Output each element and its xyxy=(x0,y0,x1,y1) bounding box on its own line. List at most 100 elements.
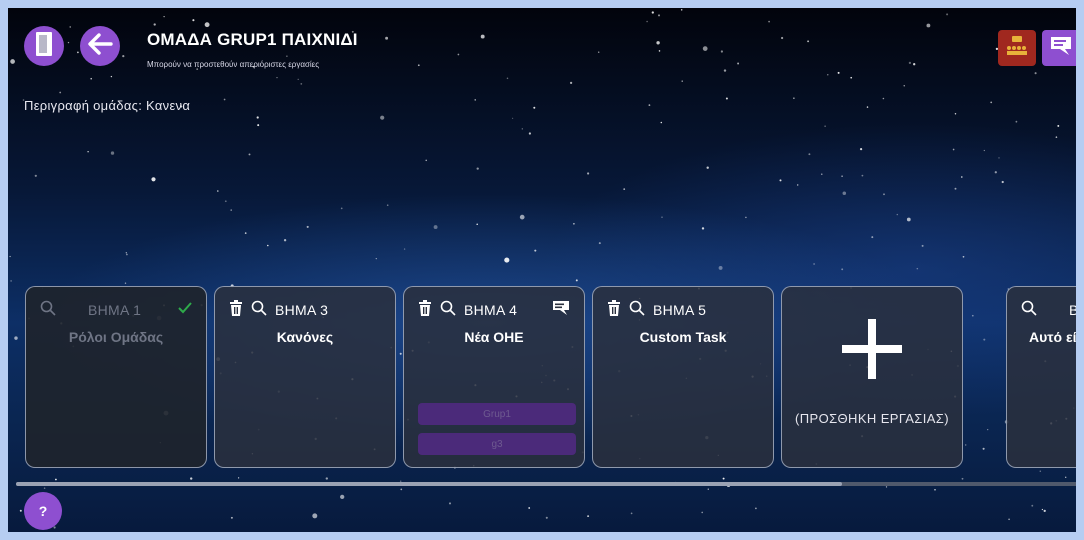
star xyxy=(964,444,967,446)
star xyxy=(796,184,799,186)
step-card-4[interactable]: ΒΗΜΑ 4 Νέα ΟΗΕ Grup1 g3 xyxy=(403,286,585,468)
star xyxy=(827,74,829,76)
step-title: Κανόνες xyxy=(276,329,334,345)
step-card-partial[interactable]: Β Αυτό εί xyxy=(1006,286,1079,468)
star xyxy=(859,147,863,151)
trash-icon[interactable] xyxy=(418,299,432,321)
trash-icon[interactable] xyxy=(607,299,621,321)
star xyxy=(646,20,648,23)
star xyxy=(934,489,936,491)
star xyxy=(861,174,864,177)
star xyxy=(780,36,784,40)
star xyxy=(1043,509,1046,513)
star xyxy=(841,268,844,271)
scrollbar-thumb[interactable] xyxy=(16,482,842,486)
back-button[interactable] xyxy=(80,26,120,66)
search-icon[interactable] xyxy=(1021,300,1037,321)
star xyxy=(110,151,115,155)
star xyxy=(722,477,725,480)
star xyxy=(59,91,62,94)
star xyxy=(587,172,590,175)
step-label: ΒΗΜΑ 4 xyxy=(464,302,518,318)
star xyxy=(386,204,389,206)
star xyxy=(962,255,965,258)
star xyxy=(69,26,71,28)
search-icon[interactable] xyxy=(629,300,645,321)
chat-button[interactable] xyxy=(1042,30,1076,66)
star xyxy=(375,257,377,260)
step-card-5[interactable]: ΒΗΜΑ 5 Custom Task xyxy=(592,286,774,468)
star xyxy=(248,153,251,156)
star xyxy=(983,338,986,341)
star xyxy=(9,255,11,258)
star xyxy=(122,55,125,58)
star xyxy=(850,76,853,79)
step-label: Β xyxy=(1069,302,1079,318)
star xyxy=(34,174,37,177)
page-title: ΟΜΑΔΑ GRUP1 ΠΑΙΧΝΙΔΙ xyxy=(147,30,358,49)
star xyxy=(587,515,590,518)
star xyxy=(660,121,663,124)
add-task-card[interactable]: (ΠΡΟΣΘΗΚΗ ΕΡΓΑΣΙΑΣ) xyxy=(781,286,963,468)
star xyxy=(648,104,651,106)
chat-icon[interactable] xyxy=(552,300,570,321)
star xyxy=(1041,508,1044,511)
star xyxy=(960,176,963,178)
help-button[interactable]: ? xyxy=(24,492,62,530)
search-icon[interactable] xyxy=(40,300,56,321)
star xyxy=(707,488,709,490)
star xyxy=(779,179,782,182)
search-icon[interactable] xyxy=(440,300,456,321)
star xyxy=(124,282,127,284)
star xyxy=(457,53,460,56)
star xyxy=(656,41,660,45)
search-icon[interactable] xyxy=(251,300,267,321)
exit-button[interactable] xyxy=(24,26,64,66)
star xyxy=(661,216,663,218)
star xyxy=(257,124,260,127)
star xyxy=(300,83,303,85)
star xyxy=(597,51,600,53)
step-card-1[interactable]: ΒΗΜΑ 1 Ρόλοι Ομάδας xyxy=(25,286,207,468)
star xyxy=(718,265,723,270)
star xyxy=(77,51,79,54)
star xyxy=(841,175,843,178)
step-card-3[interactable]: ΒΗΜΑ 3 Κανόνες xyxy=(214,286,396,468)
plus-icon xyxy=(842,319,902,384)
star xyxy=(906,217,911,222)
star xyxy=(380,115,385,120)
star xyxy=(1039,470,1042,473)
star xyxy=(448,502,452,505)
star xyxy=(651,11,654,14)
star xyxy=(1015,120,1018,123)
star xyxy=(325,477,328,480)
star xyxy=(813,263,815,265)
star xyxy=(237,477,240,479)
star xyxy=(573,222,575,225)
theater-icon xyxy=(1005,35,1029,62)
star xyxy=(216,190,219,192)
star xyxy=(1034,72,1037,75)
star xyxy=(866,106,869,108)
star xyxy=(793,97,795,99)
star xyxy=(908,61,912,65)
step-title: Custom Task xyxy=(639,329,727,345)
star xyxy=(256,116,259,119)
star xyxy=(575,279,578,282)
theater-button[interactable] xyxy=(998,30,1036,66)
star xyxy=(433,225,438,230)
star xyxy=(110,75,113,78)
star xyxy=(702,46,708,51)
add-task-label: (ΠΡΟΣΘΗΚΗ ΕΡΓΑΣΙΑΣ) xyxy=(795,411,949,426)
star xyxy=(768,20,770,23)
star xyxy=(14,336,18,340)
star xyxy=(916,267,919,270)
star xyxy=(504,257,510,263)
group-tag: Grup1 xyxy=(418,403,576,425)
star xyxy=(67,41,70,44)
star xyxy=(882,97,885,100)
star xyxy=(126,253,128,256)
star xyxy=(476,223,478,225)
trash-icon[interactable] xyxy=(229,299,243,321)
star xyxy=(403,248,406,250)
